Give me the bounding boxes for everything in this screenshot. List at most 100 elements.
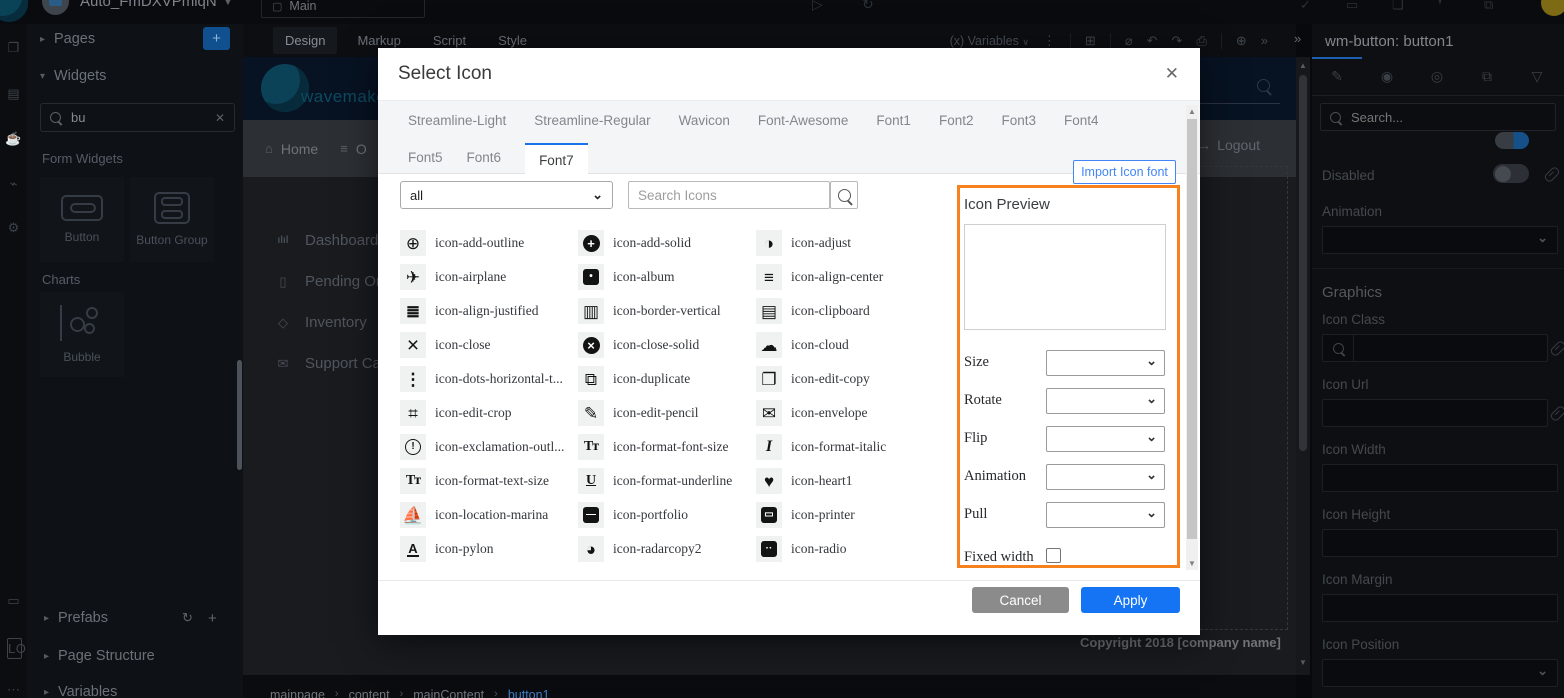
icon-search-input[interactable] [629,188,829,203]
rail-database-icon[interactable]: ▤ [0,86,27,102]
sidebar-item-widgets[interactable]: ▾ Widgets [27,64,243,88]
animation-select[interactable] [1322,226,1558,254]
icon-option-icon-location-marina[interactable]: ⛵icon-location-marina [400,498,578,532]
icon-option-icon-clipboard[interactable]: ▤icon-clipboard [756,294,934,328]
feedback-icon[interactable]: ❏ [1392,0,1404,13]
clear-search-icon[interactable]: ✕ [215,111,225,125]
modal-tab-font3[interactable]: Font3 [1001,113,1036,128]
icon-option-icon-cloud[interactable]: ☁icon-cloud [756,328,934,362]
icon-option-icon-heart1[interactable]: ♥icon-heart1 [756,464,934,498]
rail-services-icon[interactable]: ☕ [0,131,27,147]
import-icon-font-button[interactable]: Import Icon font [1073,160,1176,184]
icon-option-icon-close[interactable]: ×icon-close [400,328,578,362]
partial-toggle[interactable] [1495,132,1529,149]
close-icon[interactable]: ✕ [1165,64,1179,84]
rail-pages-icon[interactable]: ❐ [0,40,27,56]
icon-option-icon-format-font-size[interactable]: Tᴛicon-format-font-size [578,430,756,464]
modal-tab-font2[interactable]: Font2 [939,113,974,128]
layout-icon[interactable]: ⊞ [1085,33,1096,49]
scroll-down-icon[interactable]: ▼ [1299,658,1307,667]
rail-settings-icon[interactable]: ⚙ [0,220,27,236]
icon-option-icon-envelope[interactable]: ✉icon-envelope [756,396,934,430]
refresh-prefabs-icon[interactable]: ↻ [182,610,193,626]
bind-icon-url-icon[interactable] [1549,405,1564,423]
icon-search-field[interactable] [628,181,830,209]
rail-folder-icon[interactable]: ▭ [0,593,27,609]
more-options-icon[interactable]: ⋮ [1043,33,1056,49]
widget-search[interactable]: ✕ [40,103,235,132]
sidebar-item-variables[interactable]: ▸ Variables [27,680,243,698]
icon-option-icon-radio[interactable]: ··icon-radio [756,532,934,566]
icon-option-icon-edit-crop[interactable]: ⌗icon-edit-crop [400,396,578,430]
tab-devices[interactable]: ⧉ [1462,57,1512,95]
icon-option-icon-edit-pencil[interactable]: ✎icon-edit-pencil [578,396,756,430]
property-search-input[interactable] [1349,109,1555,126]
scroll-down-icon[interactable]: ▼ [1188,559,1196,568]
disabled-toggle[interactable] [1493,164,1529,183]
modal-tab-streamline-light[interactable]: Streamline-Light [408,113,506,128]
modal-tab-font6[interactable]: Font6 [467,140,502,175]
icon-option-icon-adjust[interactable]: ◑icon-adjust [756,226,934,260]
icon-option-icon-close-solid[interactable]: ×icon-close-solid [578,328,756,362]
icon-option-icon-exclamation-outl[interactable]: !icon-exclamation-outl... [400,430,578,464]
hide-outline-icon[interactable]: ⌀ [1125,33,1133,49]
fixed-width-checkbox[interactable] [1046,548,1061,563]
icon-option-icon-portfolio[interactable]: —icon-portfolio [578,498,756,532]
icon-option-icon-format-italic[interactable]: Iicon-format-italic [756,430,934,464]
bind-icon-class-icon[interactable] [1549,340,1564,358]
widget-search-input[interactable] [69,109,206,126]
add-prefab-icon[interactable]: + [208,610,217,627]
property-search[interactable] [1320,103,1556,131]
tab-properties[interactable]: ✎ [1312,57,1362,95]
run-button[interactable]: ▷ [812,0,823,13]
icon-margin-field[interactable] [1322,594,1558,622]
tasks-icon[interactable]: ✓ [1300,0,1311,13]
page-tab-main[interactable]: ▢ Main [261,0,425,18]
rail-more-icon[interactable]: ⋯ [0,682,27,698]
modal-tab-font1[interactable]: Font1 [876,113,911,128]
icon-option-icon-album[interactable]: •icon-album [578,260,756,294]
scrollbar-thumb[interactable] [1187,119,1197,539]
apply-button[interactable]: Apply [1081,587,1180,613]
modal-scrollbar[interactable]: ▲ ▼ [1186,105,1198,570]
modal-tab-wavicon[interactable]: Wavicon [679,113,730,128]
icon-url-field[interactable] [1322,399,1548,427]
icon-option-icon-format-underline[interactable]: Uicon-format-underline [578,464,756,498]
icon-option-icon-align-justified[interactable]: ≣icon-align-justified [400,294,578,328]
canvas-scrollbar[interactable]: ▲ ▼ [1296,57,1310,675]
project-avatar[interactable] [42,0,69,15]
widget-tile-button-group[interactable]: Button Group [130,177,214,262]
tab-security[interactable]: ▽ [1512,57,1562,95]
icon-search-button[interactable] [830,181,858,209]
storage-icon[interactable]: ▭ [1346,0,1358,13]
modal-tab-streamline-regular[interactable]: Streamline-Regular [534,113,650,128]
icon-position-select[interactable] [1322,659,1558,687]
icon-option-icon-pylon[interactable]: Aicon-pylon [400,532,578,566]
user-avatar[interactable] [1541,0,1564,16]
icon-option-icon-format-text-size[interactable]: Tᴛicon-format-text-size [400,464,578,498]
scroll-up-icon[interactable]: ▲ [1188,107,1196,116]
icon-class-field[interactable] [1322,334,1548,362]
icon-option-icon-border-vertical[interactable]: ▥icon-border-vertical [578,294,756,328]
breadcrumb-item-maincontent[interactable]: mainContent [413,688,484,698]
modal-tab-font4[interactable]: Font4 [1064,113,1099,128]
add-page-button[interactable]: + [203,27,230,50]
icon-option-icon-duplicate[interactable]: ⧉icon-duplicate [578,362,756,396]
icon-option-icon-add-outline[interactable]: ⊕icon-add-outline [400,226,578,260]
bind-disabled-icon[interactable] [1543,166,1561,184]
redo-icon[interactable]: ↷ [1172,33,1183,49]
rail-logs-icon[interactable]: LOG [7,638,22,659]
size-select[interactable] [1046,350,1165,376]
toolbar-tab-design[interactable]: Design [273,27,337,54]
scrollbar-thumb[interactable] [1299,75,1307,451]
icon-height-field[interactable] [1322,529,1558,557]
icon-option-icon-airplane[interactable]: ✈icon-airplane [400,260,578,294]
variables-dropdown[interactable]: (x) Variables ∨ [950,34,1029,48]
icon-option-icon-add-solid[interactable]: +icon-add-solid [578,226,756,260]
expand-toolbar-icon[interactable]: » [1261,33,1268,48]
flip-select[interactable] [1046,426,1165,452]
save-icon[interactable]: ⎙ [1196,33,1206,49]
zoom-icon[interactable]: ⊕ [1236,33,1247,49]
project-menu-caret-icon[interactable]: ▼ [222,0,234,8]
icon-option-icon-radarcopy2[interactable]: ◕icon-radarcopy2 [578,532,756,566]
